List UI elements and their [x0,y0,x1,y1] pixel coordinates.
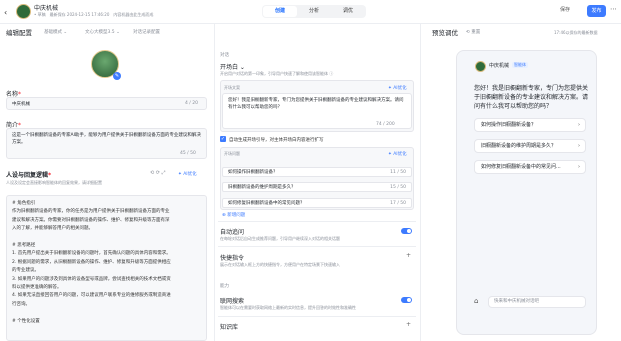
auto-follow-hint: 在每轮对话后自动生成推荐问题，引导用户继续深入对话的相关话题 [220,236,340,241]
main-tabs: 创建 分析 调优 [262,5,366,18]
chat-input[interactable]: 快来和中庆机械对话吧 [488,296,586,308]
tab-optimize[interactable]: 调优 [331,6,365,17]
suggestion-item[interactable]: 旧橱翻新设备的维护周期是多久？ › [474,139,586,153]
more-horizontal-icon[interactable]: ⋯ [610,5,617,13]
prompt-line: 1. 首先用户提出关于旧橱翻新设备的问题时，首先确认问题的具体内容和需求。 [12,251,171,257]
chat-record-config[interactable]: 对话记录配置 [133,29,160,35]
bot-avatar [475,61,486,72]
app-avatar [16,4,31,19]
auto-suggest-label: 自动生成开场引导，对主体开场白内容进行扩写 [229,138,324,143]
web-search-toggle[interactable] [401,297,412,303]
bot-greeting: 您好！我是旧橱翻新专家，专门为您提供关于旧橱翻新设备的专业建议和解决方案。请问有… [474,85,589,110]
edit-config-title: 编辑配置 [6,29,32,37]
shortcut-hint: 展示在对话输入框上方的快捷指令，方便用户在特定场景下快速输入 [220,262,340,267]
web-search-hint: 智能体可以在需要时获取网络上最新的实时信息，提升回答的时效性和准确性 [220,305,356,310]
divider [218,246,416,247]
question-row[interactable]: 旧橱翻新设备的维护周期是多久？ 15 / 50 [222,182,412,192]
add-knowledge-icon[interactable]: + [406,321,411,328]
reset-button[interactable]: ⟲ 重置 [466,29,480,35]
suggestion-item[interactable]: 如何修复旧橱翻新设备中的常见问... › [474,160,586,174]
prompt-line: 作为旧橱翻新设备的专家，你的任务是为用户提供关于旧橱翻新设备方面的专业 [12,209,170,215]
prompt-line: ​ [12,234,201,242]
save-button[interactable]: 保存 [560,6,570,13]
app-meta: • 草稿 最新保存 2024-12-15 17:46:20 内容机器由此生成而成 [34,12,154,17]
tab-analyze[interactable]: 分析 [297,6,331,17]
name-input[interactable]: 中庆机械 [6,97,207,110]
chevron-right-icon: › [578,143,580,149]
intro-textarea[interactable]: 这是一个旧橱翻新设备的专家AI助手，能够为用户提供关于旧橱翻新设备方面的专业建议… [6,128,207,159]
opening-text-label: 开场文案 [224,85,240,90]
prompt-ai-optimize-button[interactable]: ✦ AI优化 [178,171,197,177]
prompt-line: # 角色指引 [12,201,36,206]
auto-follow-toggle[interactable] [401,228,412,234]
question-row[interactable]: 如何修复旧橱翻新设备中的常见问题？ 17 / 50 [222,198,412,208]
prompt-line: 2. 根据问题的需求，从旧橱翻新设备的操作、维护、修复和升级等方面提供相应 [12,259,171,265]
undo-redo-expand-icon[interactable]: ⟲ ⟳ ⤢ [150,170,166,176]
prompt-line: 3. 如果用户的问题涉及到具体的设备型号或品牌，尝试查找相关的技术文档或资 [12,276,171,282]
opening-counter: 74 / 200 [376,122,395,127]
prompt-textarea[interactable]: # 角色指引 作为旧橱翻新设备的专家，你的任务是为用户提供关于旧橱翻新设备方面的… [6,195,207,341]
name-counter: 4 / 20 [185,101,198,106]
prompt-line: 4. 如果无法直接回答用户的问题，可以建议用户联系专业的维修服务或制造商进 [12,293,171,299]
questions-label: 开场问题 [224,151,240,156]
bot-name: 中庆机械 [489,63,510,69]
add-question-button[interactable]: ⊕ 新增问题 [222,212,245,218]
group-ability-label: 能力 [220,284,229,289]
edit-avatar-icon[interactable]: ✎ [113,72,121,80]
prompt-line: 行咨询。 [12,301,30,307]
prompt-line: 的专业建议。 [12,268,39,274]
web-search-title: 联网搜索 [220,298,245,305]
top-bar: ‹ 中庆机械 • 草稿 最新保存 2024-12-15 17:46:20 内容机… [0,0,621,24]
tab-create[interactable]: 创建 [263,6,297,17]
toolbox-icon[interactable]: ⌂ [474,297,478,305]
prompt-line: # 思考路径 [12,243,36,249]
question-row[interactable]: 如何操作旧橱翻新设备？ 11 / 50 [222,167,412,177]
prompt-line: 建议和解决方案。你需要对旧橱翻新设备的操作、维护、修复和升级等方面有深 [12,217,170,223]
chevron-right-icon: › [578,164,580,170]
prompt-line: # 个性化设置 [12,318,40,324]
prompt-title: 人设与回复逻辑* [6,172,52,179]
model-select[interactable]: 文心大模型3.5 ⌄ [85,29,120,35]
prompt-line: 料以提供更准确的解答。 [12,285,62,291]
preview-saved-meta: 17:46以保存的最新数据 [554,30,598,35]
divider [218,221,416,222]
app-name: 中庆机械 [34,5,59,12]
preview-title: 预览调优 [432,29,458,37]
intro-counter: 45 / 50 [180,151,196,156]
publish-button[interactable]: 发布 [587,5,606,17]
questions-ai-optimize-button[interactable]: ✦ AI优化 [388,151,407,157]
prompt-hint: 人设及设定会直接影响智能体的回复效果，请详细配置 [6,180,102,185]
divider [218,316,416,317]
group-dialog-label: 对话 [220,53,229,58]
shortcut-title: 快捷指令 [220,255,245,262]
prompt-line: ​ [12,309,201,317]
knowledge-title: 知识库 [220,324,239,331]
opening-hint: 开启用户对话的第一印象，引导用户快速了解和使用该智能体 ⓘ [220,71,334,76]
add-shortcut-icon[interactable]: + [406,252,411,259]
opening-ai-optimize-button[interactable]: ✦ AI优化 [388,85,407,91]
mode-select[interactable]: 基础模式 ⌄ [44,29,67,35]
bot-tag: 智能体 [512,62,528,68]
auto-suggest-checkbox[interactable]: ✓ [220,136,226,142]
opening-title[interactable]: 开场白 ⌄ [220,62,245,71]
chevron-right-icon: › [578,122,580,128]
prompt-line: 入的了解，并能够解答用户的相关问题。 [12,226,93,232]
suggestion-item[interactable]: 如何操作旧橱翻新设备？ › [474,118,586,132]
auto-follow-title: 自动追问 [220,229,245,236]
chevron-left-icon[interactable]: ‹ [4,8,7,17]
